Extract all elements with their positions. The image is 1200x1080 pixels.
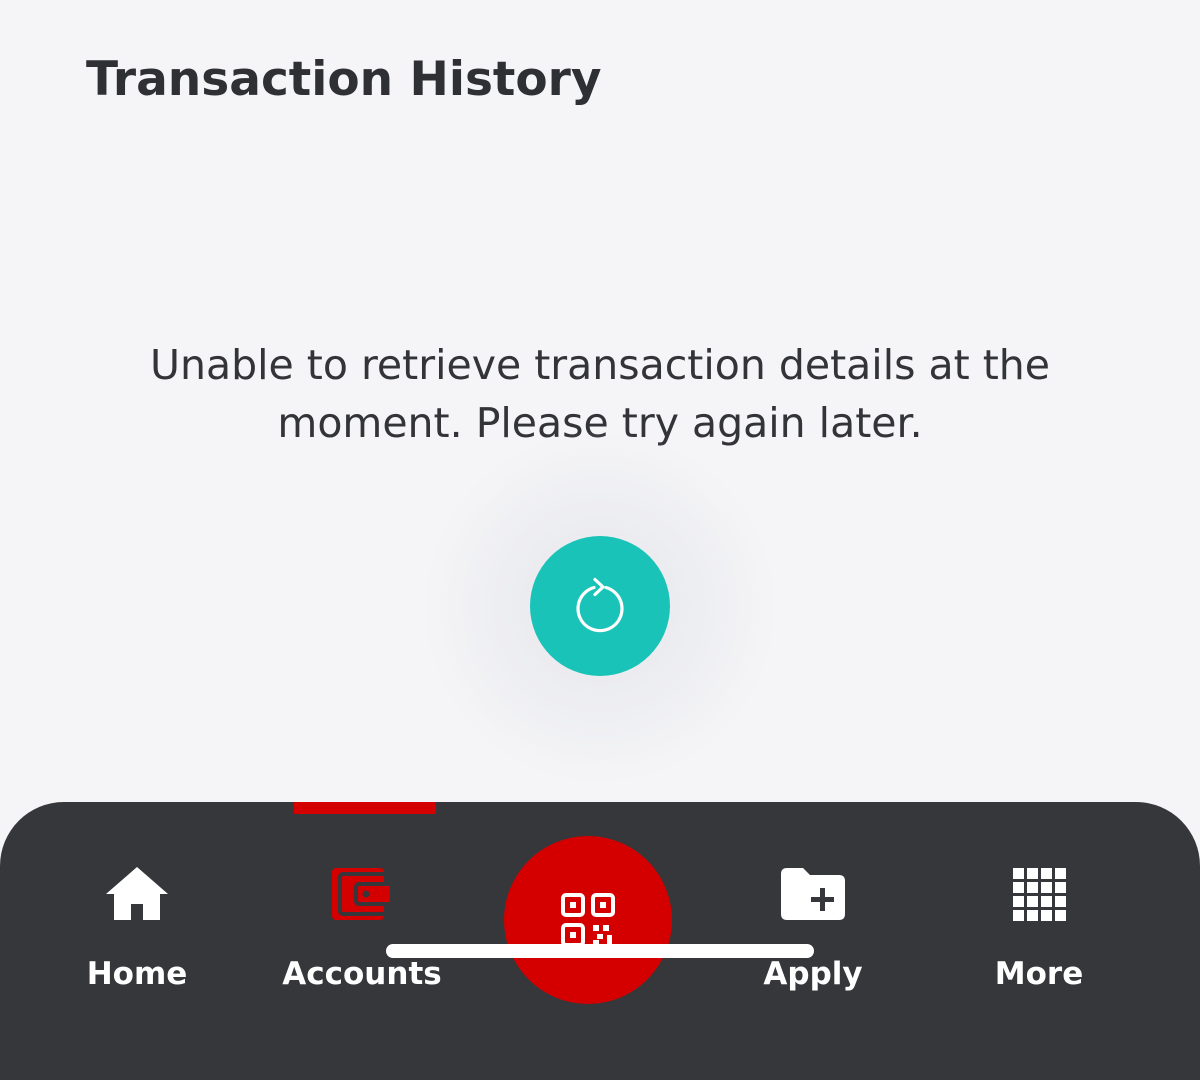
qr-scan-button[interactable] (504, 836, 672, 1004)
grid-icon (1003, 858, 1075, 930)
folder-plus-icon (777, 858, 849, 930)
bottom-navigation: Home Accounts Apply More (0, 802, 1200, 1080)
refresh-icon (570, 576, 630, 636)
nav-label-apply: Apply (763, 956, 863, 992)
nav-item-more[interactable]: More (958, 858, 1120, 1008)
nav-label-more: More (994, 956, 1084, 992)
nav-item-apply[interactable]: Apply (732, 858, 894, 1008)
home-indicator-bar[interactable] (386, 944, 814, 958)
page-title: Transaction History (86, 52, 602, 107)
retry-button[interactable] (530, 536, 670, 676)
wallet-icon (326, 858, 398, 930)
home-icon (101, 858, 173, 930)
active-tab-indicator (294, 802, 436, 814)
nav-label-home: Home (86, 956, 188, 992)
qr-code-icon (561, 893, 615, 947)
nav-item-home[interactable]: Home (56, 858, 218, 1008)
nav-label-accounts: Accounts (282, 956, 442, 992)
nav-item-accounts[interactable]: Accounts (272, 858, 452, 1008)
